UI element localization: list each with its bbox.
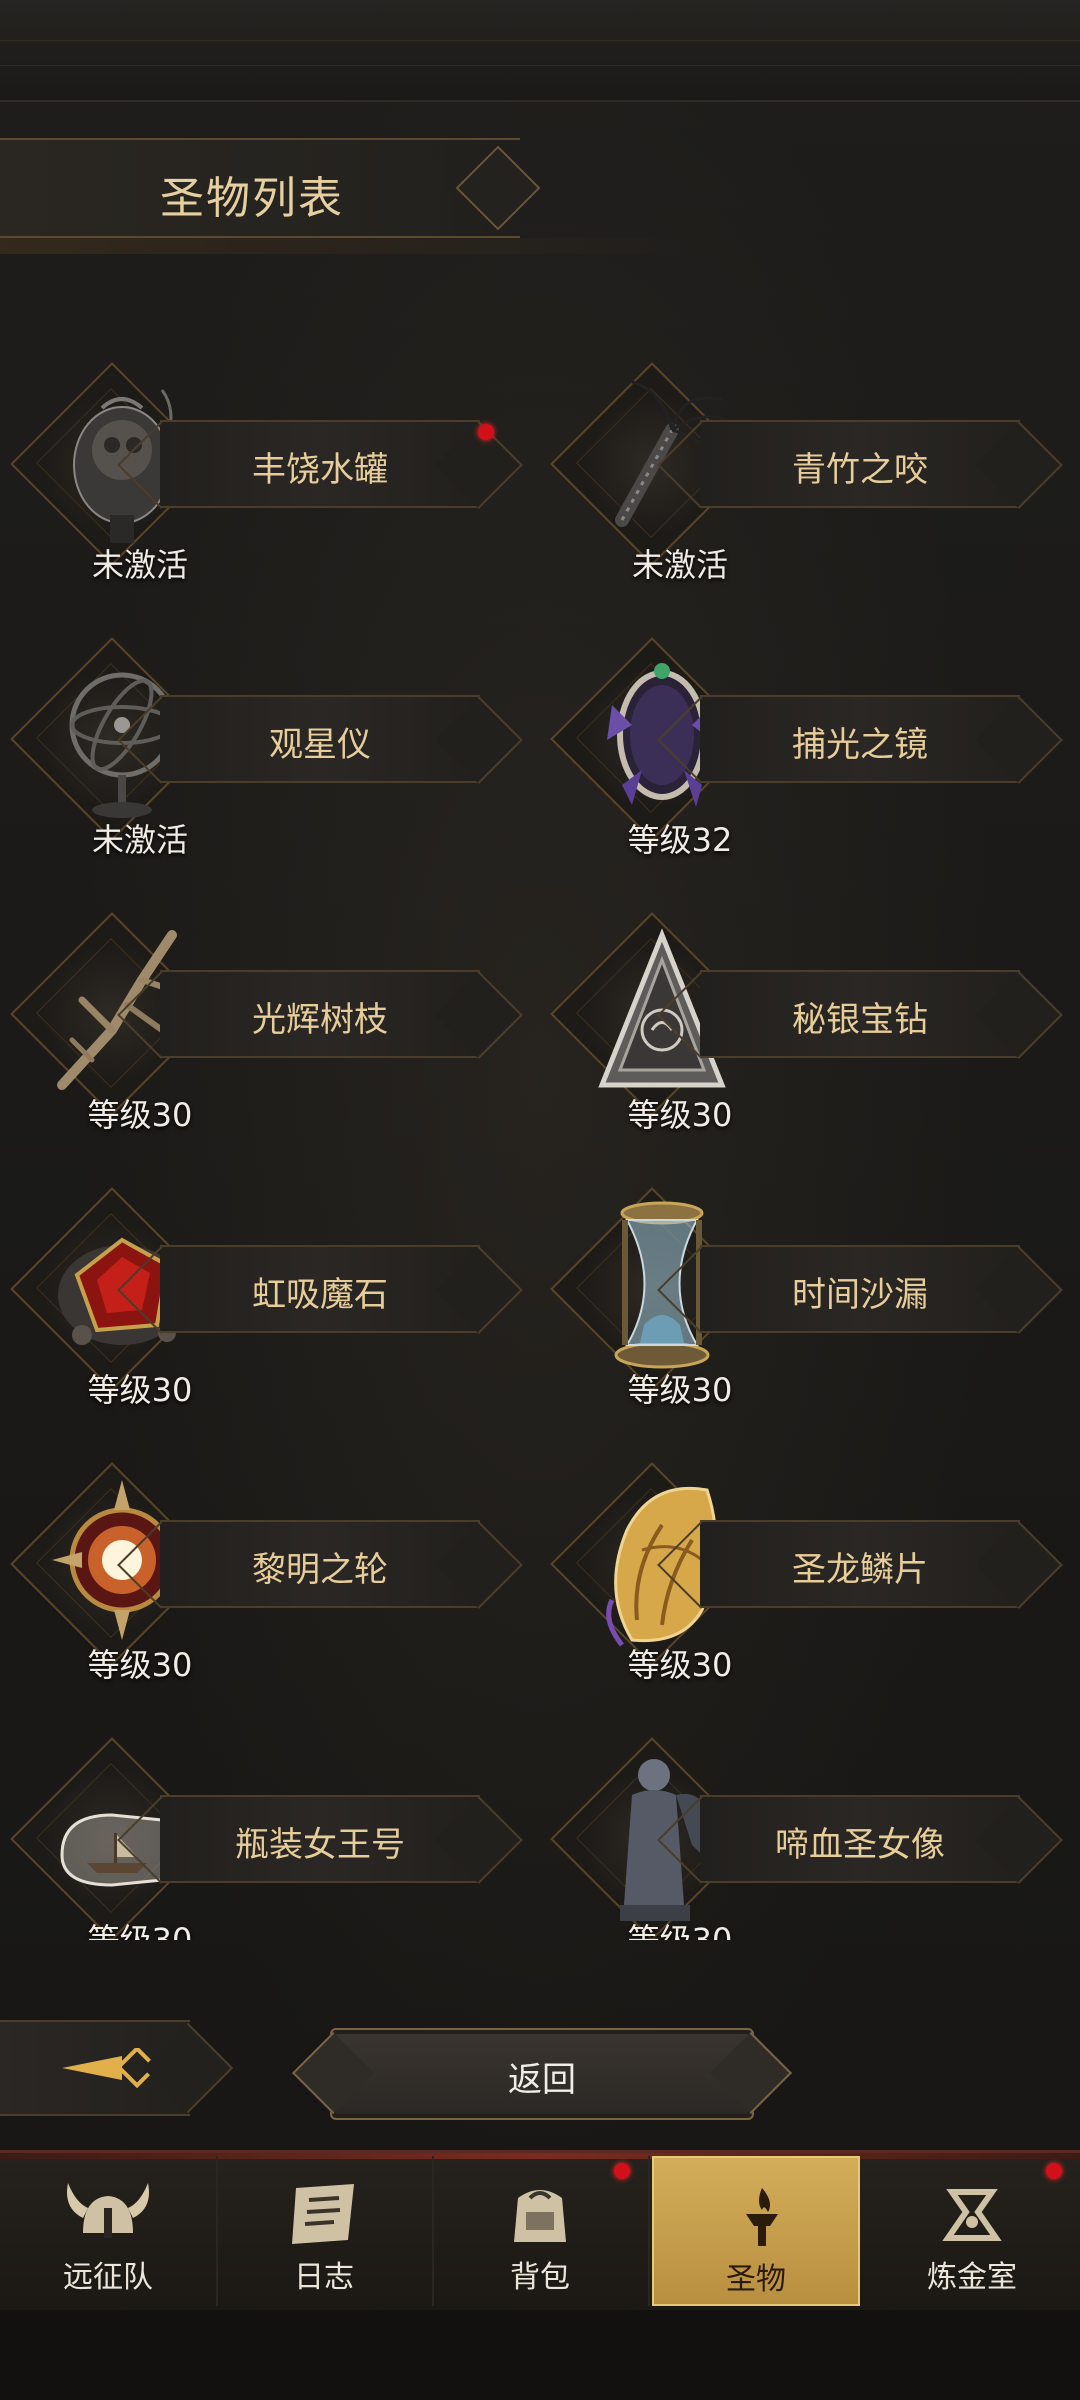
torch-icon bbox=[746, 2188, 778, 2246]
title-banner: 圣物列表 bbox=[0, 138, 520, 238]
relic-status: 未激活 bbox=[631, 546, 728, 584]
relic-name-plate: 啼血圣女像 bbox=[700, 1795, 1020, 1883]
relic-name: 虹吸魔石 bbox=[252, 1275, 388, 1315]
relic-name: 瓶装女王号 bbox=[235, 1825, 405, 1865]
relic-name: 啼血圣女像 bbox=[775, 1825, 945, 1865]
relic-name: 青竹之咬 bbox=[792, 450, 928, 490]
relic-name-plate: 秘银宝钻 bbox=[700, 970, 1020, 1058]
alchemy-alert-dot bbox=[1046, 2163, 1062, 2179]
relic-grid: 丰饶水罐 未激活 青竹之咬 未激活 观星仪 未激活 捕光之镜 等级32 光辉树枝… bbox=[0, 360, 1080, 1940]
relic-card[interactable]: 观星仪 未激活 bbox=[0, 635, 540, 865]
page-title: 圣物列表 bbox=[160, 173, 344, 224]
relic-name-plate: 青竹之咬 bbox=[700, 420, 1020, 508]
relic-name: 黎明之轮 bbox=[252, 1550, 388, 1590]
relic-name-plate: 观星仪 bbox=[160, 695, 480, 783]
relic-card[interactable]: 啼血圣女像 等级30 bbox=[540, 1735, 1080, 1940]
relic-name: 观星仪 bbox=[269, 725, 371, 765]
gesture-bar-area bbox=[0, 2310, 1080, 2400]
relic-status: 等级30 bbox=[87, 1921, 193, 1940]
back-button[interactable]: 返回 bbox=[330, 2028, 754, 2120]
relic-name: 时间沙漏 bbox=[792, 1275, 928, 1315]
relic-status: 未激活 bbox=[91, 546, 188, 584]
relic-status: 等级30 bbox=[627, 1096, 733, 1134]
nav-alchemy[interactable]: 炼金室 bbox=[864, 2156, 1080, 2306]
relic-card[interactable]: 瓶装女王号 等级30 bbox=[0, 1735, 540, 1940]
relic-name: 光辉树枝 bbox=[252, 1000, 388, 1040]
nav-label: 炼金室 bbox=[927, 2260, 1017, 2295]
relic-name-plate: 圣龙鳞片 bbox=[700, 1520, 1020, 1608]
relic-status: 等级30 bbox=[87, 1096, 193, 1134]
alert-dot bbox=[478, 424, 494, 440]
relic-card[interactable]: 丰饶水罐 未激活 bbox=[0, 360, 540, 590]
relic-name-plate: 光辉树枝 bbox=[160, 970, 480, 1058]
nav-label: 远征队 bbox=[63, 2260, 153, 2295]
title-underline bbox=[0, 238, 700, 254]
scroll-icon bbox=[292, 2184, 354, 2244]
nav-label: 日志 bbox=[294, 2260, 354, 2295]
collapse-tab[interactable] bbox=[0, 2020, 190, 2116]
relic-name: 丰饶水罐 bbox=[252, 450, 388, 490]
relic-card[interactable]: 光辉树枝 等级30 bbox=[0, 910, 540, 1140]
nav-journal[interactable]: 日志 bbox=[216, 2156, 434, 2306]
nav-relics[interactable]: 圣物 bbox=[652, 2156, 860, 2306]
top-ornament-band bbox=[0, 0, 1080, 102]
relic-name-plate: 时间沙漏 bbox=[700, 1245, 1020, 1333]
back-button-label: 返回 bbox=[508, 2060, 576, 2100]
relic-status: 等级30 bbox=[627, 1646, 733, 1684]
relic-card[interactable]: 圣龙鳞片 等级30 bbox=[540, 1460, 1080, 1690]
nav-label: 背包 bbox=[510, 2260, 570, 2295]
backpack-alert-dot bbox=[614, 2163, 630, 2179]
relic-card[interactable]: 青竹之咬 未激活 bbox=[540, 360, 1080, 590]
ornament-line bbox=[0, 40, 1080, 66]
alchemy-icon bbox=[942, 2189, 1002, 2241]
relic-status: 等级30 bbox=[87, 1371, 193, 1409]
relic-status: 等级30 bbox=[627, 1371, 733, 1409]
relic-list-screen: 圣物列表 丰饶水罐 未激活 青竹之咬 未激活 观星仪 未激活 捕光之镜 等级32… bbox=[0, 0, 1080, 2400]
relic-name: 秘银宝钻 bbox=[792, 1000, 928, 1040]
relic-name: 捕光之镜 bbox=[792, 725, 928, 765]
relic-name-plate: 瓶装女王号 bbox=[160, 1795, 480, 1883]
relic-status: 等级30 bbox=[627, 1921, 733, 1940]
relic-status: 未激活 bbox=[91, 821, 188, 859]
relic-name-plate: 虹吸魔石 bbox=[160, 1245, 480, 1333]
relic-card[interactable]: 捕光之镜 等级32 bbox=[540, 635, 1080, 865]
nav-label: 圣物 bbox=[726, 2262, 786, 2297]
relic-name: 圣龙鳞片 bbox=[792, 1550, 928, 1590]
relic-name-plate: 丰饶水罐 bbox=[160, 420, 480, 508]
relic-name-plate: 黎明之轮 bbox=[160, 1520, 480, 1608]
nav-expedition[interactable]: 远征队 bbox=[0, 2156, 218, 2306]
relic-card[interactable]: 黎明之轮 等级30 bbox=[0, 1460, 540, 1690]
relic-card[interactable]: 时间沙漏 等级30 bbox=[540, 1185, 1080, 1415]
arrow-left-icon bbox=[62, 2048, 159, 2088]
nav-backpack[interactable]: 背包 bbox=[432, 2156, 650, 2306]
relic-card[interactable]: 虹吸魔石 等级30 bbox=[0, 1185, 540, 1415]
relic-card[interactable]: 秘银宝钻 等级30 bbox=[540, 910, 1080, 1140]
relic-status: 等级32 bbox=[627, 821, 733, 859]
backpack-icon bbox=[514, 2190, 566, 2242]
viking-helmet-icon bbox=[67, 2183, 149, 2238]
relic-status: 等级30 bbox=[87, 1646, 193, 1684]
relic-name-plate: 捕光之镜 bbox=[700, 695, 1020, 783]
